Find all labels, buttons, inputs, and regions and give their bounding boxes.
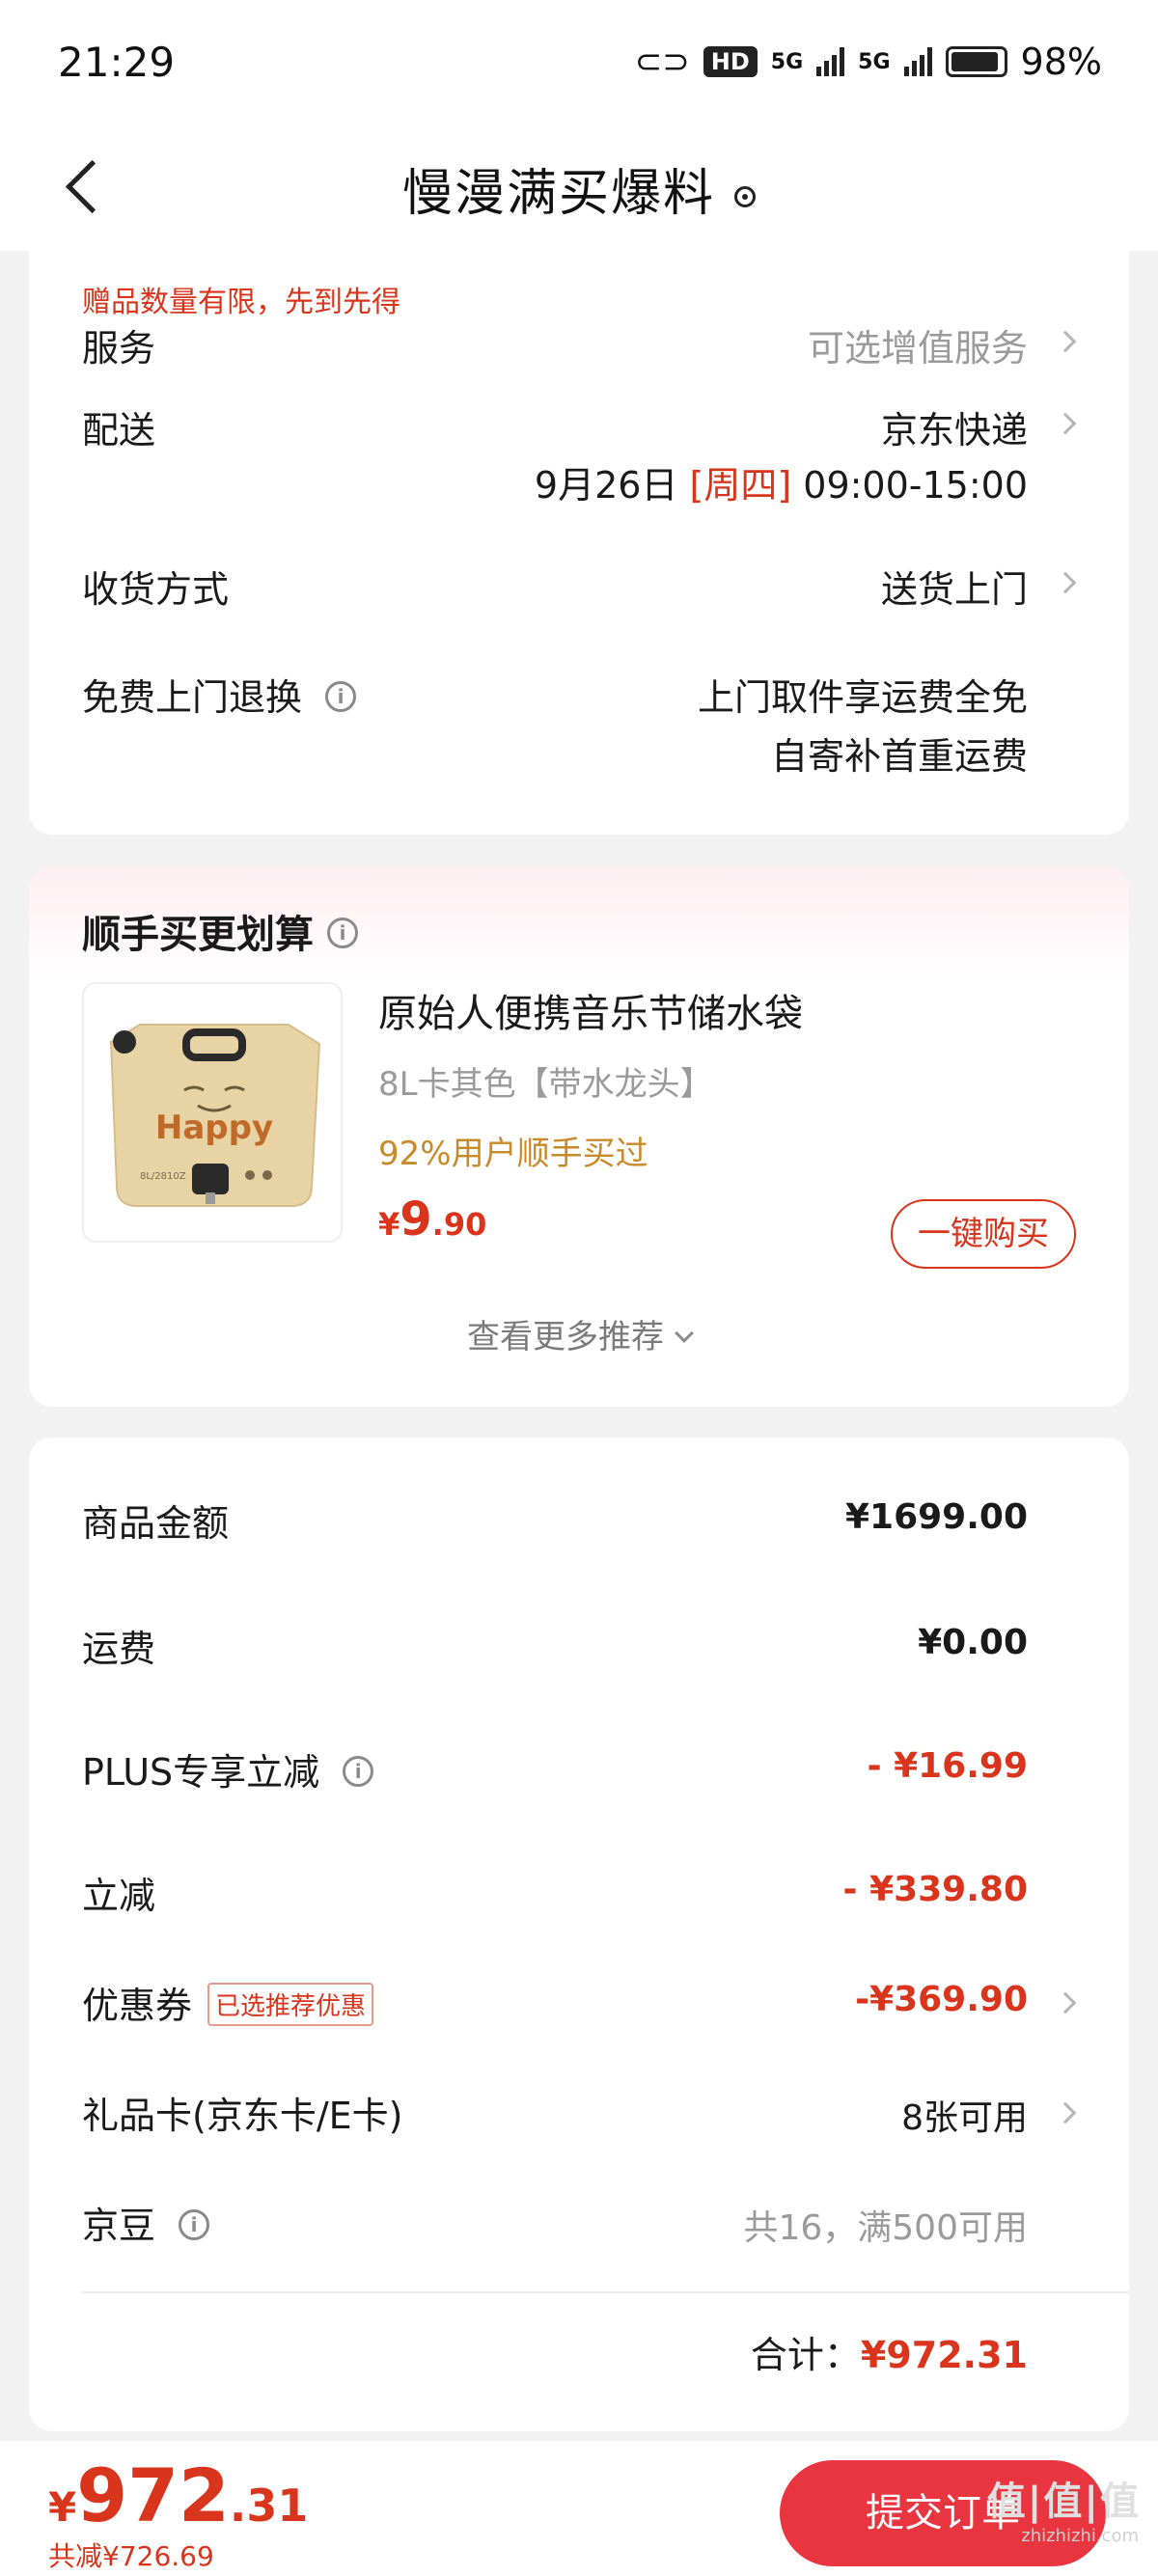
one-click-buy-button[interactable]: 一键购买 (891, 1199, 1076, 1269)
total-saved: 共减¥726.69 (48, 2540, 214, 2572)
freight-value: ¥0.00 (918, 1623, 1028, 1662)
product-image-text: Happy (155, 1109, 273, 1147)
free-return-label-wrap: 免费上门退换 i (82, 668, 357, 721)
status-icons: ⊂⊃ HD 5G 5G 98% (635, 41, 1102, 83)
nav-header: 慢漫满买爆料 (0, 125, 1158, 251)
gift-card-value[interactable]: 8张可用 (901, 2090, 1028, 2140)
price-summary-card: 商品金额 ¥1699.00 运费 ¥0.00 PLUS专享立减 i - ¥16.9… (29, 1438, 1129, 2431)
battery-icon (945, 46, 1007, 77)
chevron-right-icon[interactable] (1054, 2101, 1077, 2124)
page-title-wrap: 慢漫满买爆料 (0, 152, 1158, 225)
info-icon[interactable]: i (325, 680, 357, 712)
product-price: ¥9.90 (378, 1192, 486, 1247)
total-label: 合计： (750, 2334, 861, 2376)
order-price-decimal: .31 (229, 2480, 309, 2532)
network-label-2: 5G (858, 49, 891, 74)
product-name[interactable]: 原始人便携音乐节储水袋 (378, 982, 803, 1038)
battery-percent: 98% (1020, 41, 1102, 83)
plus-discount-value: - ¥16.99 (867, 1746, 1028, 1786)
info-icon[interactable]: i (179, 2208, 210, 2240)
gift-limit-note: 赠品数量有限，先到先得 (82, 286, 400, 319)
price-decimal: .90 (431, 1206, 487, 1243)
order-price: ¥972.31 (48, 2453, 308, 2538)
price-currency: ¥ (378, 1206, 400, 1243)
total-value: ¥972.31 (860, 2334, 1028, 2376)
more-recommend-label: 查看更多推荐 (467, 1318, 664, 1357)
shipping-date: 9月26日 (534, 464, 678, 507)
shipping-time: 9月26日 [周四] 09:00-15:00 (535, 455, 1028, 508)
receive-method-label: 收货方式 (82, 568, 230, 611)
plus-discount-label-wrap: PLUS专享立减 i (82, 1742, 374, 1795)
shipping-weekday: [周四] (689, 464, 792, 507)
return-line-2: 自寄补首重运费 (770, 735, 1028, 778)
hd-icon: HD (703, 46, 758, 77)
product-bought-rate: 92%用户顺手买过 (378, 1135, 648, 1173)
service-label: 服务 (82, 327, 156, 370)
chevron-right-icon[interactable] (1054, 330, 1077, 353)
network-label-1: 5G (770, 49, 804, 74)
plus-discount-label: PLUS专享立减 (82, 1751, 320, 1794)
chevron-right-icon[interactable] (1054, 412, 1077, 435)
product-image[interactable]: Happy 8L/2810Z (82, 982, 343, 1243)
price-integer: 9 (400, 1192, 432, 1247)
signal-icon-1 (816, 47, 845, 76)
total-row: 合计：¥972.31 (751, 2325, 1028, 2378)
jd-beans-label-wrap: 京豆 i (82, 2196, 210, 2249)
recommend-card: 顺手买更划算 i Happy 8L/2810Z 原始人便携音乐节储水袋 8L卡其色… (29, 866, 1129, 1407)
coupon-label-wrap: 优惠券 已选推荐优惠 (82, 1976, 374, 2030)
delivery-card: 赠品数量有限，先到先得 服务 可选增值服务 配送 京东快递 9月26日 [周四]… (29, 241, 1129, 835)
service-value[interactable]: 可选增值服务 (808, 318, 1028, 371)
page-title: 慢漫满买爆料 (401, 165, 715, 223)
shipping-value[interactable]: 京东快递 (881, 400, 1028, 453)
coupon-value[interactable]: -¥369.90 (855, 1980, 1028, 2019)
chevron-right-icon[interactable] (1054, 571, 1077, 594)
watermark-logo: 值|值|值 (986, 2480, 1141, 2524)
goods-amount-value: ¥1699.00 (844, 1497, 1028, 1537)
gift-card-label: 礼品卡(京东卡/E卡) (82, 2095, 403, 2137)
watermark-url: zhizhizhi.com (1021, 2526, 1139, 2546)
free-return-label: 免费上门退换 (82, 676, 303, 719)
product-spec: 8L卡其色【带水龙头】 (378, 1065, 713, 1104)
instant-discount-value: - ¥339.80 (842, 1870, 1028, 1909)
info-icon[interactable]: i (343, 1755, 374, 1787)
bottom-checkout-bar: ¥972.31 共减¥726.69 提交订单 值|值|值 zhizhizhi.c… (0, 2441, 1158, 2576)
receive-method-value[interactable]: 送货上门 (881, 560, 1028, 613)
status-bar: 21:29 ⊂⊃ HD 5G 5G 98% (0, 0, 1158, 125)
order-price-integer: 972 (76, 2453, 230, 2538)
info-icon[interactable]: i (327, 918, 358, 948)
product-image-small-text: 8L/2810Z (140, 1171, 186, 1182)
location-pin-icon[interactable] (734, 186, 756, 207)
shipping-hours: 09:00-15:00 (803, 464, 1028, 507)
goods-amount-label: 商品金额 (82, 1502, 230, 1545)
chevron-right-icon[interactable] (1054, 1991, 1077, 2014)
chevron-down-icon (675, 1324, 694, 1343)
water-bag-illustration: Happy 8L/2810Z (84, 984, 341, 1241)
jd-beans-label: 京豆 (82, 2205, 156, 2247)
shipping-label: 配送 (82, 409, 156, 452)
signal-icon-2 (903, 47, 932, 76)
recommend-title: 顺手买更划算 (82, 913, 314, 957)
return-line-1: 上门取件享运费全免 (697, 676, 1028, 719)
instant-discount-label: 立减 (82, 1875, 156, 1917)
coupon-label: 优惠券 (82, 1985, 193, 2027)
coupon-recommended-tag: 已选推荐优惠 (207, 1983, 374, 2026)
more-recommend-link[interactable]: 查看更多推荐 (29, 1310, 1129, 1357)
freight-label: 运费 (82, 1628, 156, 1670)
order-price-currency: ¥ (48, 2483, 77, 2531)
jd-beans-value: 共16，满500可用 (743, 2208, 1028, 2248)
link-icon: ⊂⊃ (634, 42, 690, 81)
recommend-title-wrap: 顺手买更划算 i (82, 903, 358, 959)
status-time: 21:29 (58, 39, 176, 86)
divider (82, 2291, 1129, 2293)
